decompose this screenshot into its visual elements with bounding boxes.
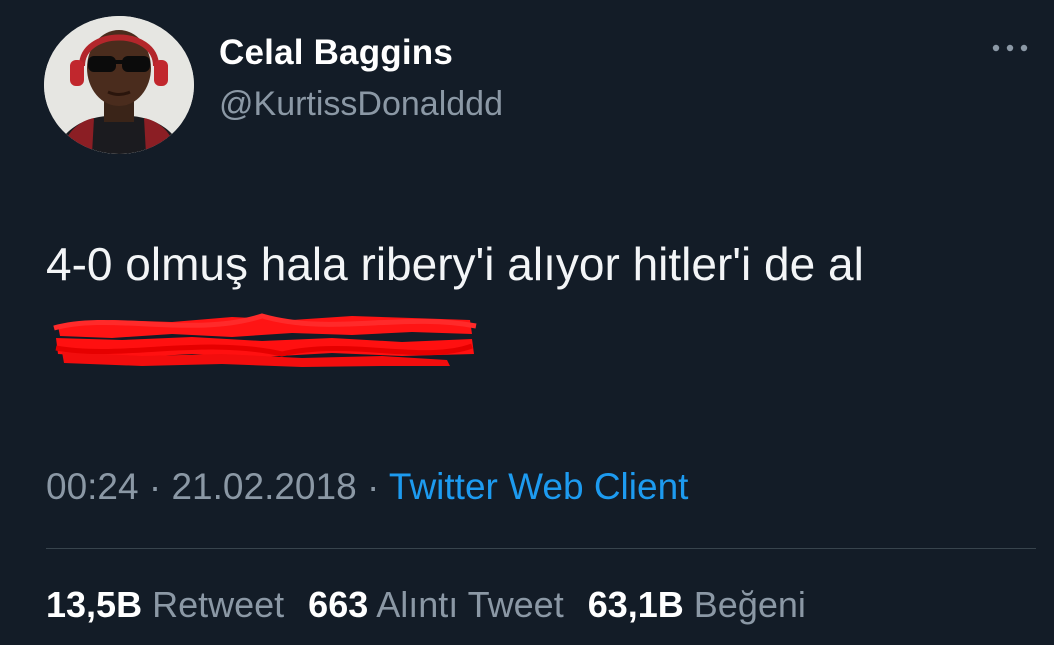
divider (46, 548, 1036, 549)
tweet-text: 4-0 olmuş hala ribery'i alıyor hitler'i … (46, 227, 1026, 377)
tweet-body: 4-0 olmuş hala ribery'i alıyor hitler'i … (46, 238, 864, 290)
user-handle[interactable]: @KurtissDonalddd (219, 85, 503, 124)
meta-separator: · (148, 466, 162, 507)
avatar[interactable] (44, 16, 194, 154)
tweet-date[interactable]: 21.02.2018 (171, 466, 356, 507)
quotes-count: 663 (308, 584, 369, 625)
likes-stat[interactable]: 63,1B Beğeni (588, 584, 806, 625)
display-name[interactable]: Celal Baggins (219, 33, 453, 73)
quotes-stat[interactable]: 663 Alıntı Tweet (308, 584, 564, 625)
tweet-card: Celal Baggins @KurtissDonalddd 4-0 olmuş… (0, 0, 1054, 645)
tweet-time[interactable]: 00:24 (46, 466, 139, 507)
retweets-stat[interactable]: 13,5B Retweet (46, 584, 284, 625)
tweet-meta: 00:24 · 21.02.2018 · Twitter Web Client (46, 466, 688, 508)
meta-separator: · (366, 466, 380, 507)
retweets-label: Retweet (152, 584, 285, 625)
quotes-label: Alıntı Tweet (376, 584, 564, 625)
retweets-count: 13,5B (46, 584, 143, 625)
likes-count: 63,1B (587, 584, 684, 625)
redaction-scribble (52, 308, 477, 370)
likes-label: Beğeni (693, 584, 806, 625)
avatar-image (44, 16, 194, 154)
tweet-source-link[interactable]: Twitter Web Client (389, 466, 689, 507)
tweet-stats: 13,5B Retweet 663 Alıntı Tweet 63,1B Beğen… (46, 584, 806, 626)
more-options-icon[interactable] (988, 38, 1032, 58)
